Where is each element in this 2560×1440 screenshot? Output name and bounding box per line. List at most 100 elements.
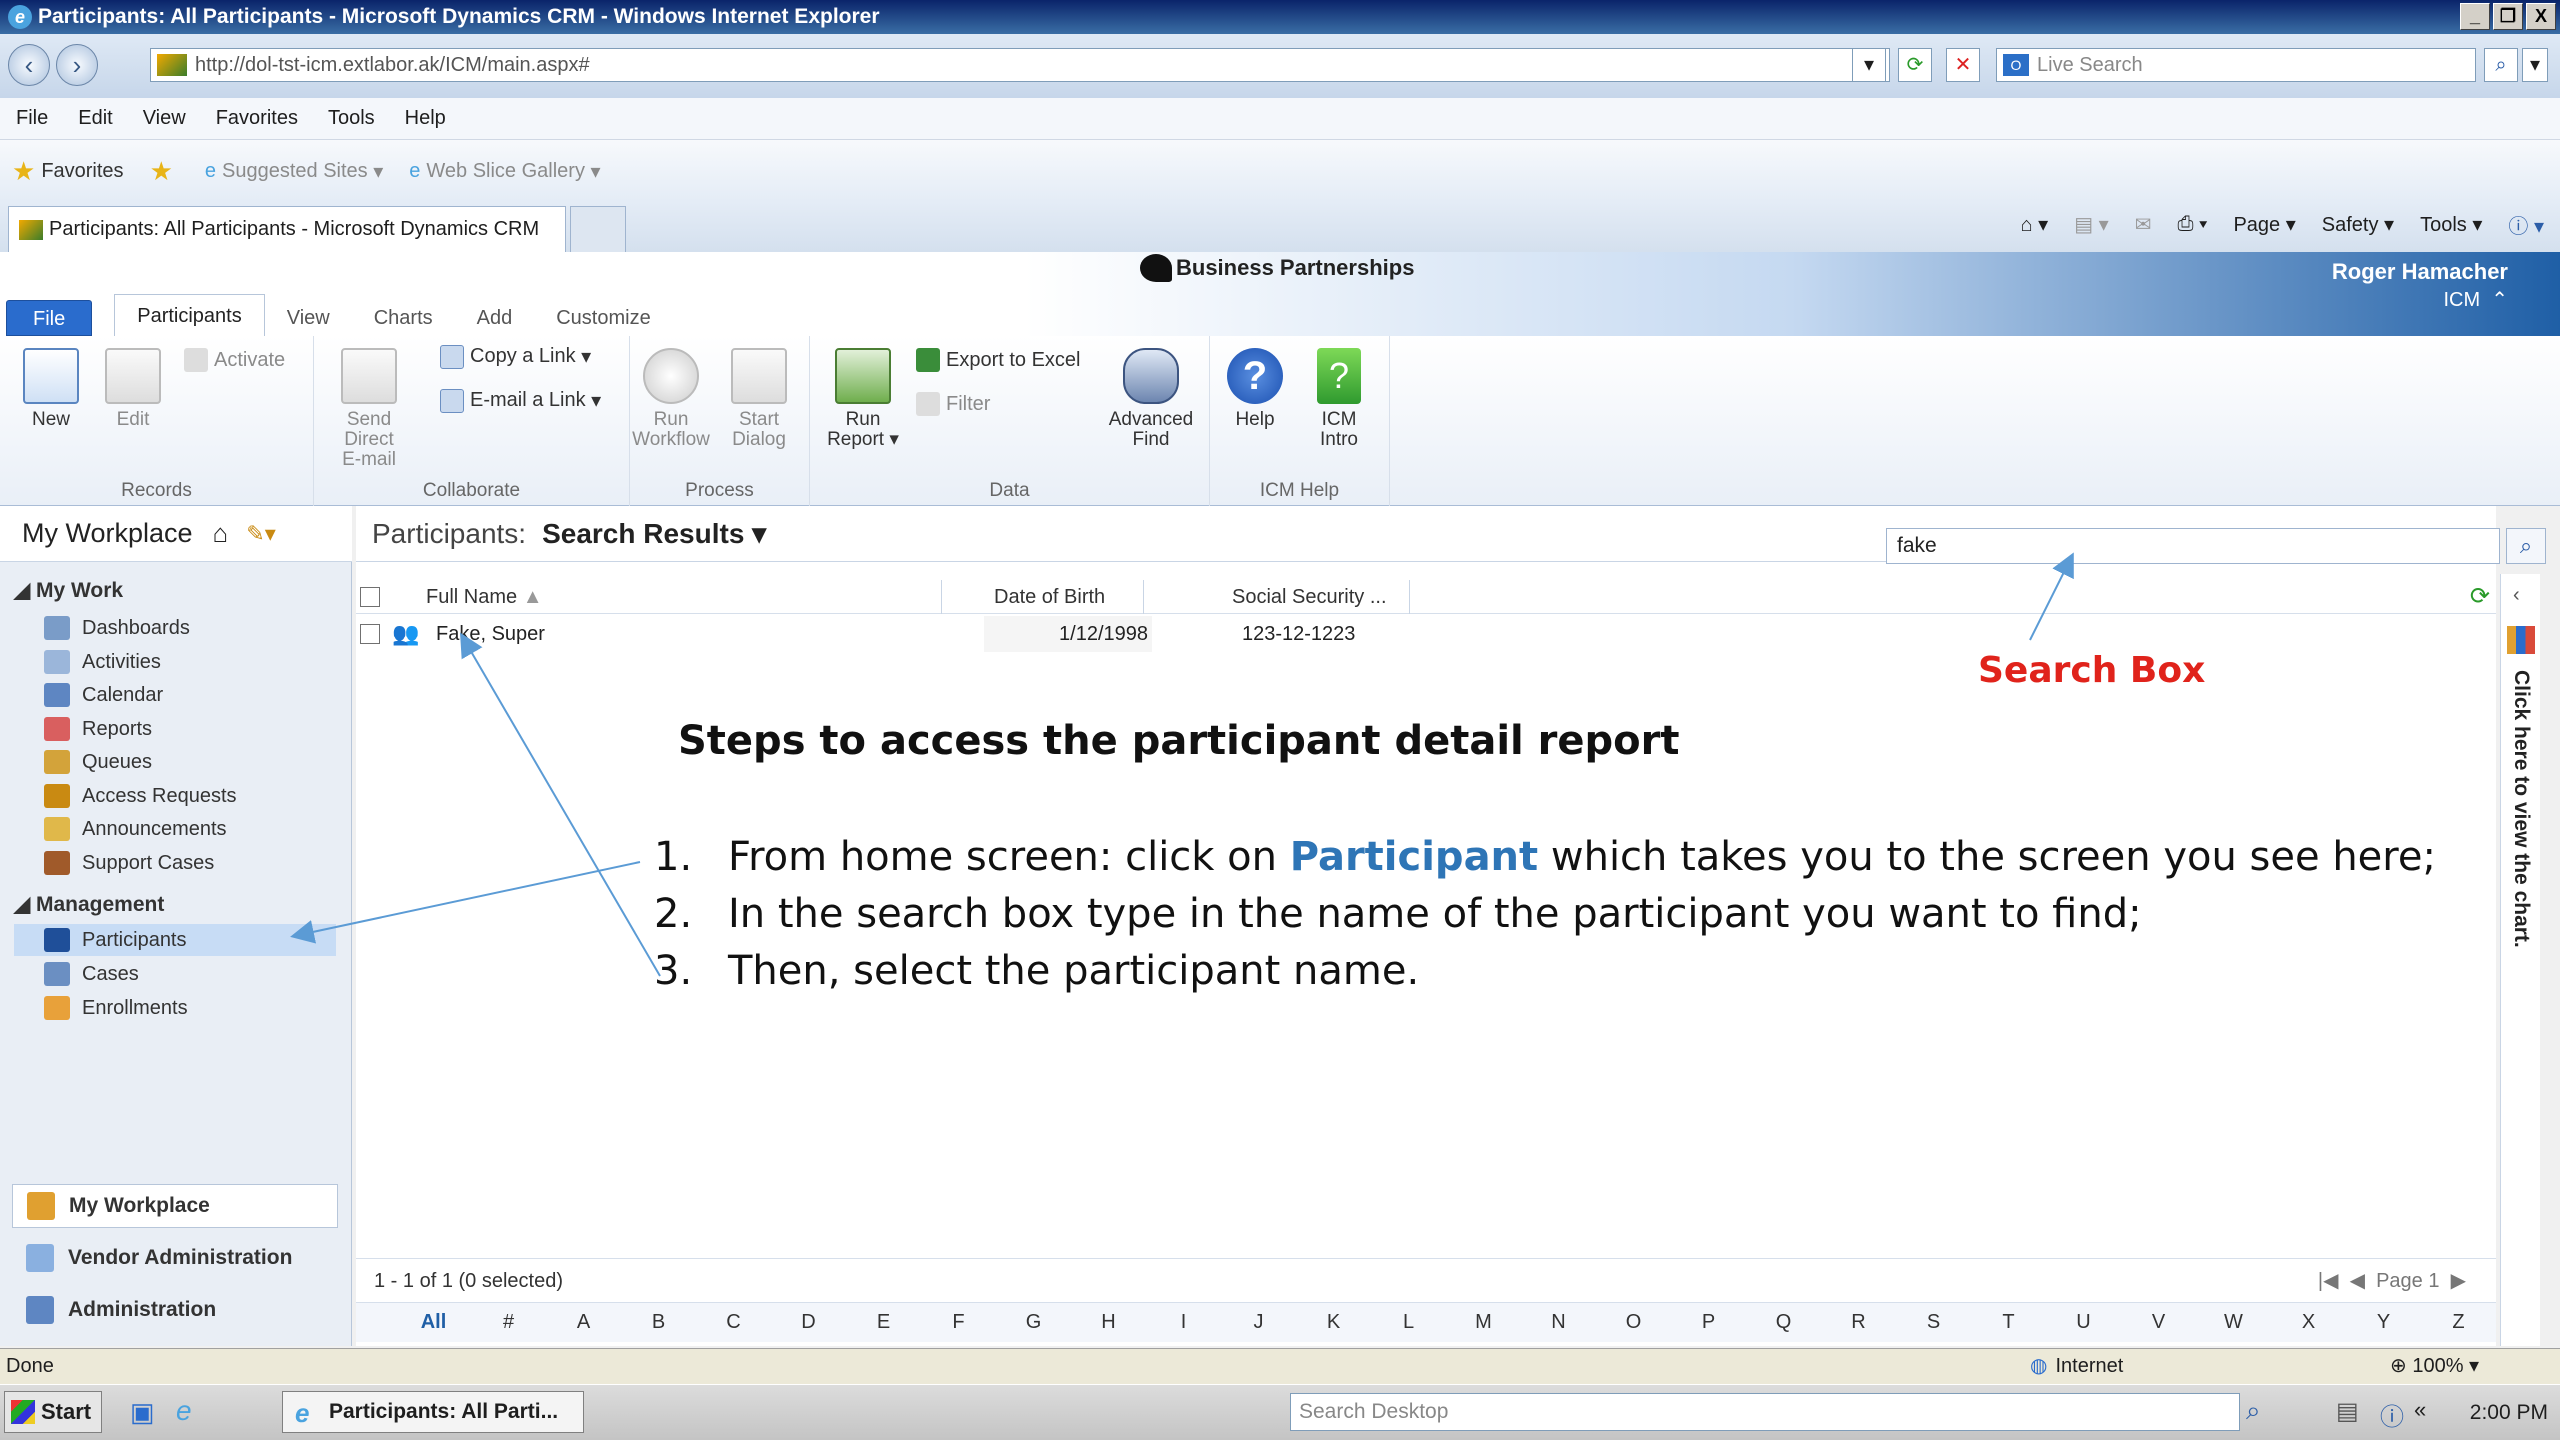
help-button[interactable]: ? Help: [1210, 348, 1300, 430]
alpha-filter-item[interactable]: X: [2271, 1311, 2346, 1334]
workplace-button[interactable]: My Workplace: [12, 1184, 338, 1228]
alpha-filter-item[interactable]: S: [1896, 1311, 1971, 1334]
taskbar-window-button[interactable]: e Participants: All Parti...: [282, 1391, 584, 1433]
view-selector[interactable]: Search Results ▾: [542, 517, 766, 550]
page-menu[interactable]: Page ▾: [2233, 212, 2295, 237]
search-go-icon[interactable]: ⌕: [2484, 48, 2518, 82]
menu-favorites[interactable]: Favorites: [216, 107, 298, 130]
advanced-find-button[interactable]: Advanced Find: [1106, 348, 1196, 450]
chart-hint[interactable]: Click here to view the chart.: [2509, 670, 2533, 948]
desktop-search-input[interactable]: Search Desktop: [1290, 1393, 2240, 1431]
alpha-filter-item[interactable]: T: [1971, 1311, 2046, 1334]
zoom-control[interactable]: ⊕ 100% ▾: [2390, 1349, 2479, 1383]
nav-item-announcements[interactable]: Announcements: [44, 813, 336, 845]
nav-item-queues[interactable]: Queues: [44, 746, 336, 778]
previous-page-icon[interactable]: ◀: [2350, 1270, 2365, 1292]
nav-item-dashboards[interactable]: Dashboards: [44, 612, 336, 644]
chart-pane-strip[interactable]: ‹ Click here to view the chart.: [2500, 574, 2540, 1346]
minimize-button[interactable]: _: [2460, 3, 2490, 30]
alpha-filter-item[interactable]: Y: [2346, 1311, 2421, 1334]
help-icon[interactable]: ⓘ ▾: [2508, 210, 2544, 239]
address-dropdown-icon[interactable]: ▾: [1852, 48, 1886, 82]
send-direct-email-button[interactable]: Send Direct E-mail: [324, 348, 414, 470]
alpha-filter-item[interactable]: All: [396, 1311, 471, 1334]
expand-chart-icon[interactable]: ‹: [2513, 584, 2520, 607]
run-report-button[interactable]: Run Report ▾: [818, 348, 908, 450]
search-options-icon[interactable]: ▾: [2522, 48, 2548, 82]
collapse-ribbon-icon[interactable]: ⌃: [2491, 289, 2508, 311]
live-search-input[interactable]: O Live Search: [1996, 48, 2476, 82]
safety-menu[interactable]: Safety ▾: [2322, 212, 2394, 237]
add-favorite-button[interactable]: ★: [150, 156, 179, 187]
menu-edit[interactable]: Edit: [78, 107, 112, 130]
tab-charts[interactable]: Charts: [352, 300, 455, 336]
menu-tools[interactable]: Tools: [328, 107, 375, 130]
menu-help[interactable]: Help: [405, 107, 446, 130]
alpha-filter-item[interactable]: Z: [2421, 1311, 2496, 1334]
alpha-filter-item[interactable]: E: [846, 1311, 921, 1334]
restore-button[interactable]: ❐: [2493, 3, 2523, 30]
quick-launch-desktop-icon[interactable]: ▣: [130, 1397, 155, 1428]
tab-participants[interactable]: Participants: [114, 294, 265, 336]
tray-network-icon[interactable]: ▤: [2336, 1397, 2359, 1426]
desktop-search-icon[interactable]: ⌕: [2246, 1395, 2261, 1427]
mail-icon[interactable]: ✉: [2135, 212, 2152, 237]
start-button[interactable]: Start: [4, 1391, 102, 1433]
menu-file[interactable]: File: [16, 107, 48, 130]
alpha-filter-item[interactable]: G: [996, 1311, 1071, 1334]
alpha-filter-item[interactable]: N: [1521, 1311, 1596, 1334]
nav-item-access-requests[interactable]: Access Requests: [44, 780, 336, 812]
alpha-filter-item[interactable]: P: [1671, 1311, 1746, 1334]
alpha-filter-item[interactable]: R: [1821, 1311, 1896, 1334]
refresh-grid-icon[interactable]: ⟳: [2470, 582, 2490, 611]
alpha-filter-item[interactable]: L: [1371, 1311, 1446, 1334]
alpha-filter-item[interactable]: F: [921, 1311, 996, 1334]
forward-button[interactable]: ›: [56, 44, 98, 86]
alpha-filter-item[interactable]: A: [546, 1311, 621, 1334]
filter-button[interactable]: Filter: [916, 392, 990, 416]
stop-icon[interactable]: ✕: [1946, 48, 1980, 82]
tab-file[interactable]: File: [6, 300, 93, 336]
next-page-icon[interactable]: ▶: [2451, 1270, 2466, 1292]
alpha-filter-item[interactable]: H: [1071, 1311, 1146, 1334]
select-all-checkbox[interactable]: [360, 587, 380, 607]
suggested-sites-link[interactable]: e Suggested Sites ▾: [205, 159, 383, 184]
search-icon[interactable]: ⌕: [2506, 528, 2546, 564]
tools-menu[interactable]: Tools ▾: [2420, 212, 2482, 237]
start-dialog-button[interactable]: Start Dialog: [714, 348, 804, 450]
activate-button[interactable]: Activate: [184, 348, 285, 372]
table-row[interactable]: 👥 Fake, Super 1/12/1998 123-12-1223: [356, 616, 2496, 652]
user-info[interactable]: Roger Hamacher ICM ⌃: [2332, 258, 2508, 314]
home-icon[interactable]: ⌂: [213, 518, 229, 549]
tray-expand-icon[interactable]: «: [2414, 1397, 2426, 1423]
copy-link-button[interactable]: Copy a Link ▾: [440, 344, 591, 369]
browser-tab-active[interactable]: Participants: All Participants - Microso…: [8, 206, 566, 252]
export-excel-button[interactable]: Export to Excel: [916, 348, 1081, 372]
nav-item-reports[interactable]: Reports: [44, 713, 336, 745]
alpha-filter-item[interactable]: C: [696, 1311, 771, 1334]
column-full-name[interactable]: Full Name ▲: [416, 580, 942, 614]
home-icon[interactable]: ⌂ ▾: [2021, 212, 2049, 237]
row-checkbox[interactable]: [360, 624, 380, 644]
alpha-filter-item[interactable]: W: [2196, 1311, 2271, 1334]
tray-help-icon[interactable]: ⓘ: [2380, 1397, 2404, 1432]
new-button[interactable]: New: [6, 348, 96, 430]
nav-section-management[interactable]: ◢ Management: [14, 892, 164, 917]
alpha-filter-item[interactable]: K: [1296, 1311, 1371, 1334]
menu-view[interactable]: View: [143, 107, 186, 130]
administration-button[interactable]: Administration: [12, 1288, 338, 1332]
first-page-icon[interactable]: |◀: [2318, 1270, 2339, 1292]
close-button[interactable]: X: [2526, 3, 2556, 30]
refresh-icon[interactable]: ⟳: [1898, 48, 1932, 82]
tab-customize[interactable]: Customize: [534, 300, 672, 336]
cell-full-name[interactable]: Fake, Super: [436, 616, 545, 652]
alpha-filter-item[interactable]: Q: [1746, 1311, 1821, 1334]
nav-item-support-cases[interactable]: Support Cases: [44, 847, 336, 879]
edit-button[interactable]: Edit: [88, 348, 178, 430]
nav-item-enrollments[interactable]: Enrollments: [44, 992, 336, 1024]
alpha-filter-item[interactable]: O: [1596, 1311, 1671, 1334]
nav-item-activities[interactable]: Activities: [44, 646, 336, 678]
favorites-button[interactable]: ★ Favorites: [12, 156, 124, 187]
nav-section-my-work[interactable]: ◢ My Work: [14, 578, 123, 603]
alpha-filter-item[interactable]: J: [1221, 1311, 1296, 1334]
